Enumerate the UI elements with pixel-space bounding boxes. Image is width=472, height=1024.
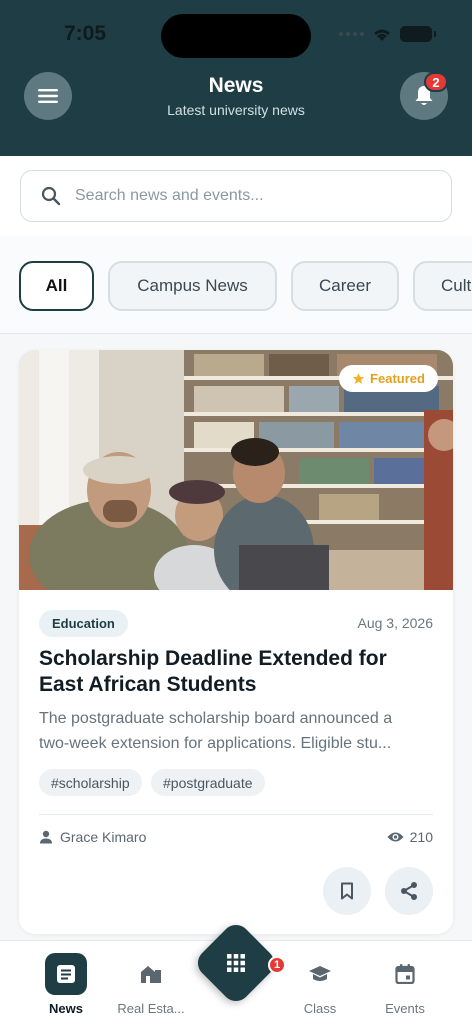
- fab-badge: 1: [268, 956, 286, 974]
- news-icon: [45, 953, 87, 995]
- featured-label: Featured: [370, 371, 425, 386]
- signal-icon: [339, 32, 364, 36]
- star-icon: [352, 373, 365, 384]
- search-section: [0, 156, 472, 236]
- tag-postgraduate[interactable]: #postgraduate: [151, 769, 265, 796]
- news-card[interactable]: Featured Education Aug 3, 2026 Scholarsh…: [19, 350, 453, 934]
- excerpt-line: The postgraduate scholarship board annou…: [39, 710, 393, 727]
- search-bar[interactable]: [20, 170, 452, 222]
- search-icon: [41, 186, 61, 206]
- filter-chip-all[interactable]: All: [19, 261, 94, 311]
- graduation-cap-icon: [299, 953, 341, 995]
- filter-chip-career[interactable]: Career: [291, 261, 399, 311]
- nav-item-real-estate[interactable]: Real Esta...: [106, 941, 196, 1024]
- share-button[interactable]: [385, 867, 433, 915]
- nav-item-news[interactable]: News: [21, 941, 111, 1024]
- card-divider: [39, 814, 433, 815]
- grid-icon: [205, 932, 267, 994]
- bookmark-button[interactable]: [323, 867, 371, 915]
- article-image: Featured: [19, 350, 453, 590]
- bookmark-icon: [341, 882, 353, 900]
- category-badge: Education: [39, 610, 128, 637]
- status-time: 7:05: [64, 22, 107, 45]
- calendar-icon: [384, 953, 426, 995]
- person-icon: [40, 830, 52, 844]
- filter-chip-campus-news[interactable]: Campus News: [108, 261, 277, 311]
- dynamic-island: [161, 14, 311, 58]
- eye-icon: [387, 832, 404, 842]
- author-name: Grace Kimaro: [60, 829, 147, 845]
- status-icons: [339, 26, 436, 42]
- battery-icon: [400, 26, 436, 42]
- wifi-icon: [374, 29, 390, 41]
- nav-label-class: Class: [303, 1001, 337, 1016]
- featured-badge: Featured: [339, 365, 438, 392]
- nav-label-events: Events: [385, 1001, 425, 1016]
- filter-chip-culture[interactable]: Cult: [413, 261, 472, 311]
- tag-scholarship[interactable]: #scholarship: [39, 769, 142, 796]
- share-icon: [401, 882, 417, 900]
- views-value: 210: [409, 829, 433, 845]
- search-input[interactable]: [75, 187, 425, 205]
- nav-label-real-estate: Real Esta...: [117, 1001, 185, 1016]
- article-title[interactable]: Scholarship Deadline Extended for East A…: [39, 646, 433, 698]
- buildings-icon: [130, 953, 172, 995]
- nav-item-class[interactable]: Class: [275, 941, 365, 1024]
- category-filters: All Campus News Career Cult: [0, 236, 472, 334]
- notification-badge: 2: [424, 72, 448, 92]
- article-excerpt: The postgraduate scholarship board annou…: [39, 706, 433, 756]
- app-header: 7:05 News Latest university news 2: [0, 0, 472, 156]
- article-author: Grace Kimaro: [39, 829, 146, 845]
- article-date: Aug 3, 2026: [357, 615, 433, 631]
- nav-label-news: News: [49, 1001, 83, 1016]
- excerpt-line: two-week extension for applications. Eli…: [39, 735, 392, 752]
- nav-item-events[interactable]: Events: [360, 941, 450, 1024]
- view-count: 210: [387, 829, 433, 845]
